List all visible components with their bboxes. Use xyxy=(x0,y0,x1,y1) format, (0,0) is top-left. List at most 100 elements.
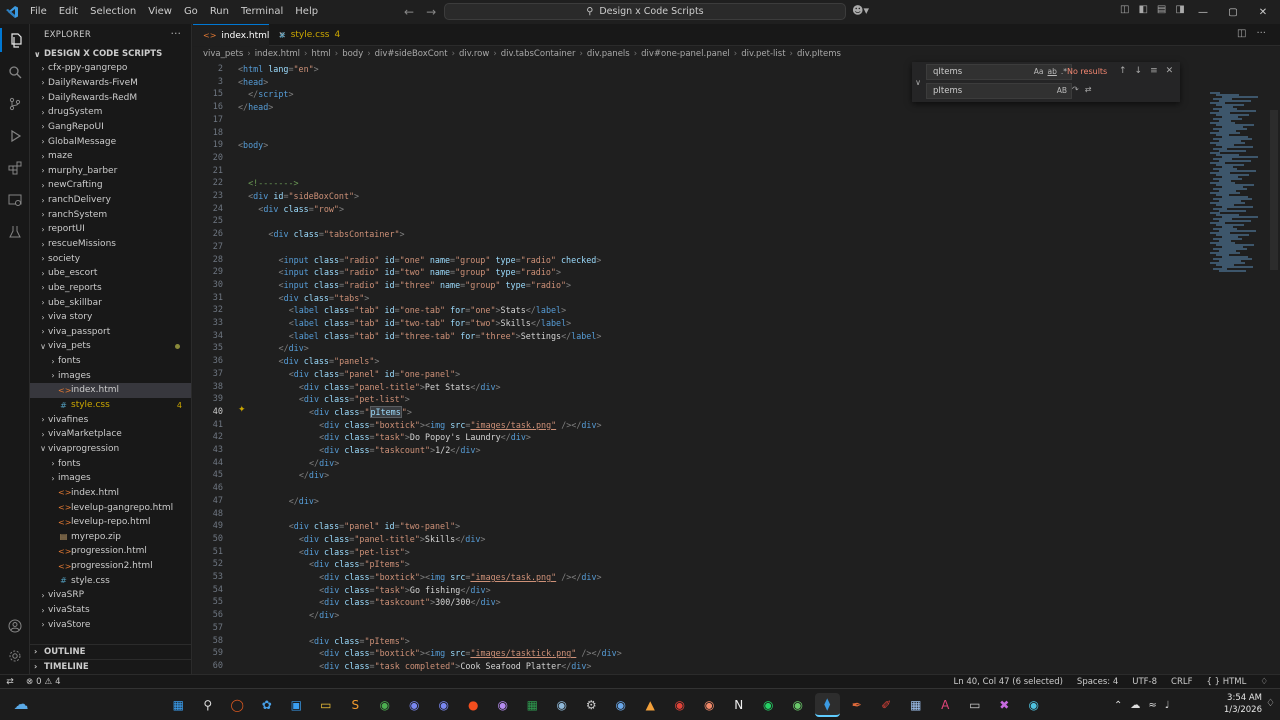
discord-badge-icon[interactable]: ◉ xyxy=(402,693,427,717)
tree-folder[interactable]: › vivaSRP xyxy=(30,588,191,603)
code-line[interactable]: <div class="task">Do Popoy's Laundry</di… xyxy=(319,431,531,444)
toggle-replace-chevron-icon[interactable]: ∨ xyxy=(912,62,924,102)
app-triangle-icon[interactable]: ▲ xyxy=(638,693,663,717)
code-line[interactable]: <div class="panels"> xyxy=(279,355,380,368)
app-pen-icon[interactable]: ✐ xyxy=(874,693,899,717)
tree-folder[interactable]: › images xyxy=(30,368,191,383)
tree-folder[interactable]: ∨ vivaprogression xyxy=(30,442,191,457)
tree-folder[interactable]: › society xyxy=(30,251,191,266)
tab-index-html[interactable]: <> index.html ✕ xyxy=(193,24,286,46)
run-debug-icon[interactable] xyxy=(0,124,30,148)
tree-folder[interactable]: › GlobalMessage xyxy=(30,134,191,149)
code-line[interactable]: </div> xyxy=(279,342,309,355)
breadcrumb-item[interactable]: index.html xyxy=(255,49,300,59)
breadcrumb-item[interactable]: div.row xyxy=(459,49,489,59)
cursor-position[interactable]: Ln 40, Col 47 (6 selected) xyxy=(954,677,1063,687)
timeline-section[interactable]: › TIMELINE xyxy=(30,659,191,673)
match-whole-word-toggle[interactable]: ab xyxy=(1048,67,1057,76)
tree-folder[interactable]: › reportUI xyxy=(30,222,191,237)
tray-app-icon[interactable]: ☁ xyxy=(1130,700,1140,711)
tree-folder[interactable]: › fonts xyxy=(30,354,191,369)
code-line[interactable]: </div> xyxy=(289,495,319,508)
tree-folder[interactable]: › vivaStats xyxy=(30,603,191,618)
explorer-icon[interactable] xyxy=(0,28,30,52)
system-clock[interactable]: 3:54 AM 1/3/2026 xyxy=(1212,692,1262,716)
tree-folder[interactable]: › ube_escort xyxy=(30,266,191,281)
file-explorer-icon[interactable]: ▭ xyxy=(314,693,339,717)
code-line[interactable]: </div> xyxy=(309,457,339,470)
terminal-icon[interactable]: ▭ xyxy=(963,693,988,717)
settings-gear-icon[interactable] xyxy=(0,644,30,668)
app-orange-ring-icon[interactable]: ◯ xyxy=(225,693,250,717)
spreadsheet-icon[interactable]: ▦ xyxy=(520,693,545,717)
preserve-case-toggle[interactable]: AB xyxy=(1057,86,1067,95)
code-line[interactable]: <div class="panel-title">Skills</div> xyxy=(299,533,486,546)
tab-style-css[interactable]: # style.css 4 xyxy=(269,24,351,46)
app-grid-icon[interactable]: ▦ xyxy=(904,693,929,717)
breadcrumb-item[interactable]: div.tabsContainer xyxy=(501,49,576,59)
tree-folder[interactable]: › vivafines xyxy=(30,412,191,427)
tree-folder[interactable]: › murphy_barber xyxy=(30,163,191,178)
chrome-icon[interactable]: ◉ xyxy=(373,693,398,717)
line-ending[interactable]: CRLF xyxy=(1171,677,1192,687)
menu-selection[interactable]: Selection xyxy=(84,0,142,24)
code-line[interactable]: <div class="taskcount">300/300</div> xyxy=(319,596,501,609)
code-line[interactable]: <label class="tab" id="two-tab" for="two… xyxy=(289,317,571,330)
match-case-toggle[interactable]: Aa xyxy=(1034,67,1044,76)
more-actions-icon[interactable]: ··· xyxy=(171,27,182,40)
volume-icon[interactable]: ♩ xyxy=(1165,700,1170,711)
split-editor-icon[interactable]: ◫ xyxy=(1237,28,1246,39)
app-gear-icon[interactable]: ⚙ xyxy=(579,693,604,717)
tree-file[interactable]: <> progression.html xyxy=(30,544,191,559)
code-line[interactable]: </div> xyxy=(299,469,329,482)
app-x-icon[interactable]: ✖ xyxy=(992,693,1017,717)
tree-folder[interactable]: › cfx-ppy-gangrepo xyxy=(30,61,191,76)
tree-folder[interactable]: › fonts xyxy=(30,456,191,471)
tree-file[interactable]: <> levelup-gangrepo.html xyxy=(30,500,191,515)
code-line[interactable]: <div class="taskcount">1/2</div> xyxy=(319,444,480,457)
figma-icon[interactable]: ● xyxy=(461,693,486,717)
tray-overflow-icon[interactable]: ⌃ xyxy=(1114,700,1122,711)
indentation[interactable]: Spaces: 4 xyxy=(1077,677,1118,687)
app-green-icon[interactable]: ◉ xyxy=(786,693,811,717)
command-center-search[interactable]: ⚲ Design x Code Scripts xyxy=(444,3,846,20)
minimize-icon[interactable]: — xyxy=(1188,7,1218,18)
code-line[interactable]: </div> xyxy=(309,609,339,622)
code-line[interactable]: <body> xyxy=(238,139,268,152)
breadcrumb-item[interactable]: div.panels xyxy=(587,49,630,59)
code-line[interactable]: <div class="boxtick"><img src="images/ta… xyxy=(319,571,601,584)
notion-icon[interactable]: N xyxy=(727,693,752,717)
sublime-text-icon[interactable]: S xyxy=(343,693,368,717)
tree-file[interactable]: ▤ myrepo.zip xyxy=(30,530,191,545)
tree-folder[interactable]: › DailyRewards-RedM xyxy=(30,90,191,105)
toggle-secondary-sidebar-icon[interactable]: ◨ xyxy=(1175,4,1184,15)
code-line[interactable]: <div class="task">Go fishing</div> xyxy=(319,584,491,597)
replace-input[interactable]: pItems AB xyxy=(926,83,1072,99)
menu-terminal[interactable]: Terminal xyxy=(235,0,289,24)
tree-folder[interactable]: › DailyRewards-FiveM xyxy=(30,76,191,91)
notifications-bell-icon[interactable]: ♢ xyxy=(1260,677,1268,687)
code-line[interactable]: <div class="row"> xyxy=(258,203,344,216)
code-line[interactable]: <div class="boxtick"><img src="images/ta… xyxy=(319,419,601,432)
testing-icon[interactable] xyxy=(0,220,30,244)
code-line[interactable]: <input class="radio" id="two" name="grou… xyxy=(279,266,561,279)
outline-section[interactable]: › OUTLINE xyxy=(30,644,191,658)
code-line[interactable]: </head> xyxy=(238,101,273,114)
menu-file[interactable]: File xyxy=(24,0,53,24)
breadcrumb-item[interactable]: body xyxy=(342,49,363,59)
vertical-scrollbar[interactable] xyxy=(1270,110,1278,270)
notification-bell-icon[interactable]: ♢ xyxy=(1266,698,1275,709)
app-pink-icon[interactable]: ◉ xyxy=(697,693,722,717)
tree-folder[interactable]: › vivaMarketplace xyxy=(30,427,191,442)
tree-file[interactable]: <> index.html xyxy=(30,486,191,501)
breadcrumb-item[interactable]: div.pItems xyxy=(797,49,841,59)
breadcrumb-item[interactable]: div.pet-list xyxy=(741,49,785,59)
tree-folder[interactable]: › images xyxy=(30,471,191,486)
breadcrumb-item[interactable]: viva_pets xyxy=(203,49,243,59)
previous-match-icon[interactable]: ↑ xyxy=(1119,66,1127,76)
find-in-selection-icon[interactable]: ≡ xyxy=(1150,66,1158,76)
lightbulb-icon[interactable]: ✦ xyxy=(238,405,246,415)
code-line[interactable]: <div id="sideBoxCont"> xyxy=(248,190,359,203)
app-blue-icon[interactable]: ◉ xyxy=(609,693,634,717)
tree-folder[interactable]: › rescueMissions xyxy=(30,237,191,252)
